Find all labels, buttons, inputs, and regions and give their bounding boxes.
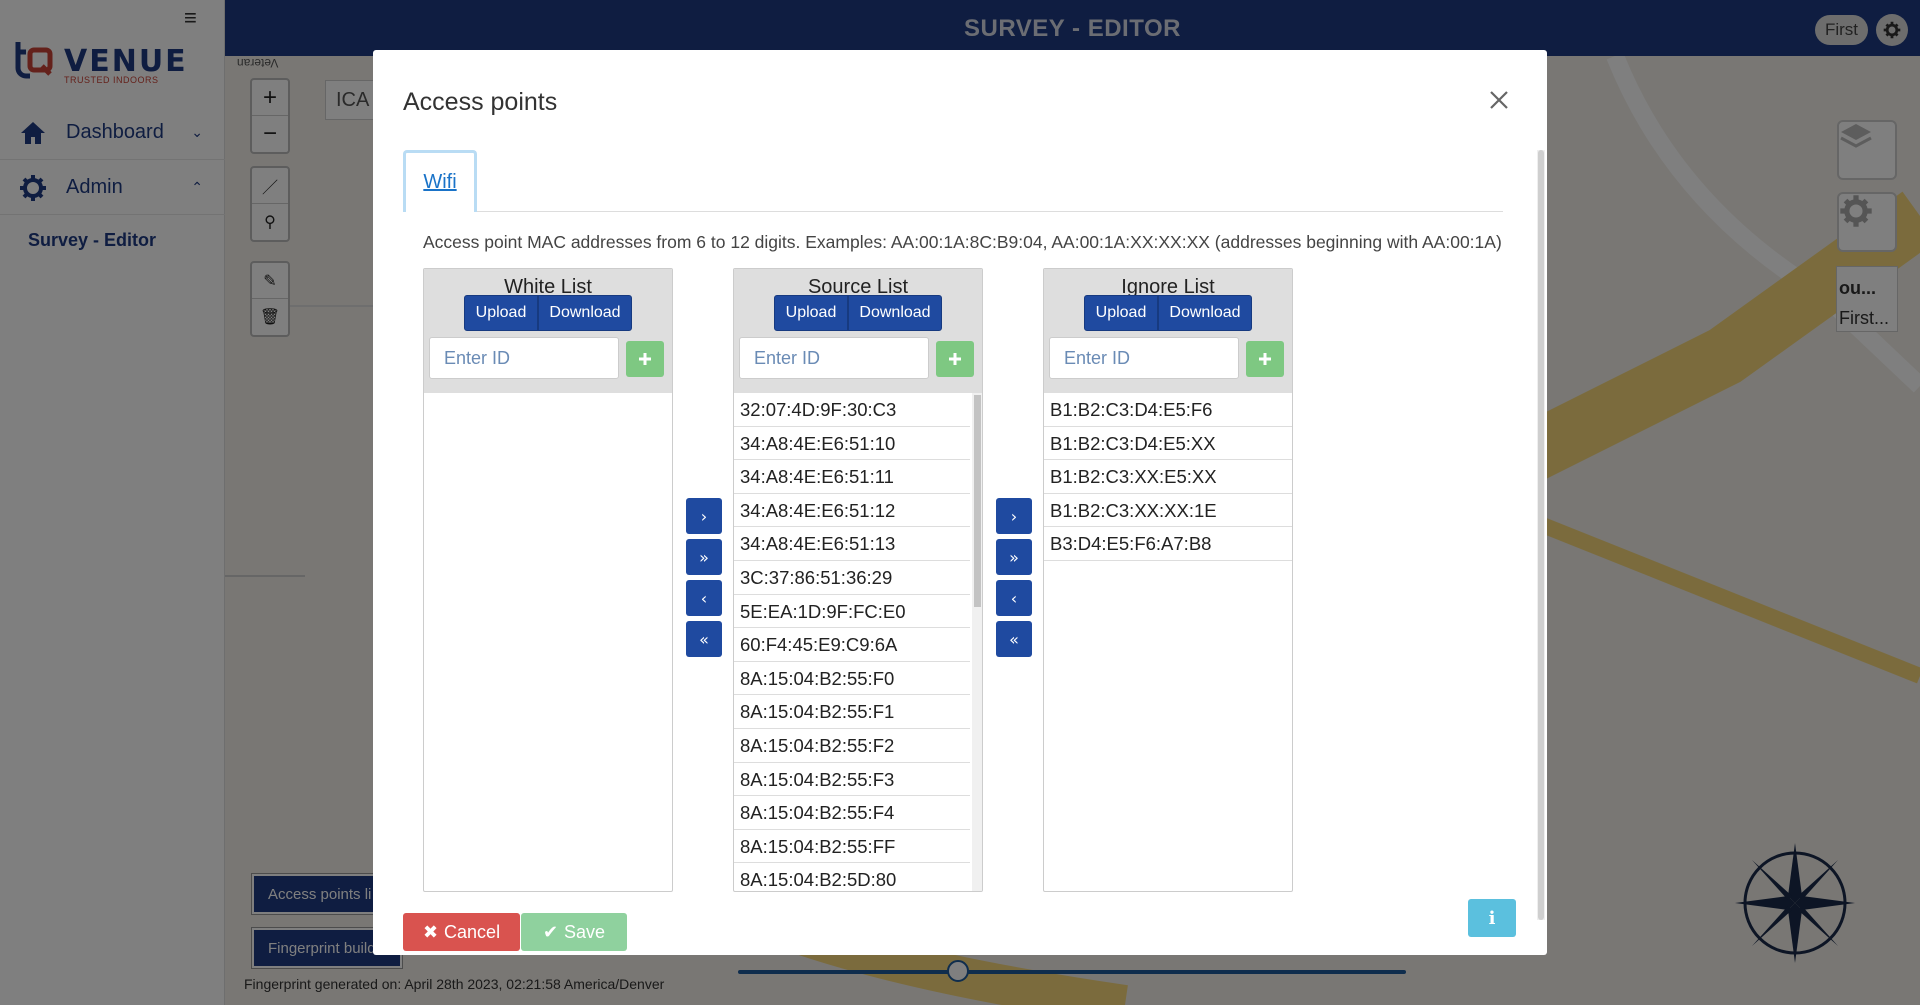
cancel-button[interactable]: ✖ Cancel bbox=[403, 913, 520, 951]
list-item[interactable]: 34:A8:4E:E6:51:11 bbox=[734, 460, 970, 494]
close-icon: ✖ bbox=[422, 921, 439, 942]
modal-title: Access points bbox=[403, 88, 558, 116]
tab-bar: Wifi bbox=[403, 150, 1503, 212]
list-item[interactable]: 34:A8:4E:E6:51:12 bbox=[734, 494, 970, 528]
source-list-scrollbar[interactable] bbox=[972, 393, 982, 891]
list-item[interactable]: 5E:EA:1D:9F:FC:E0 bbox=[734, 595, 970, 629]
list-item[interactable]: 8A:15:04:B2:55:F1 bbox=[734, 695, 970, 729]
ignore-list: B1:B2:C3:D4:E5:F6 B1:B2:C3:D4:E5:XX B1:B2:… bbox=[1044, 393, 1292, 891]
save-label: Save bbox=[564, 921, 606, 942]
source-list: 32:07:4D:9F:30:C3 34:A8:4E:E6:51:10 34:A8:… bbox=[734, 393, 970, 891]
list-item[interactable]: 8A:15:04:B2:55:F2 bbox=[734, 729, 970, 763]
cancel-label: Cancel bbox=[444, 921, 501, 942]
white-list-upload-button[interactable]: Upload bbox=[464, 295, 538, 331]
move-all-left-button[interactable]: « bbox=[686, 621, 722, 657]
ignore-list-panel: Ignore List Upload Download B1:B2:C3:D4:… bbox=[1043, 268, 1293, 892]
move-left-button[interactable]: ‹ bbox=[996, 580, 1032, 616]
list-item[interactable]: 3C:37:86:51:36:29 bbox=[734, 561, 970, 595]
list-item[interactable]: 8A:15:04:B2:55:F0 bbox=[734, 662, 970, 696]
source-ignore-move-controls: › » ‹ « bbox=[996, 498, 1032, 662]
white-list-id-input[interactable] bbox=[429, 337, 619, 379]
list-item[interactable]: B3:D4:E5:F6:A7:B8 bbox=[1044, 527, 1292, 561]
white-list bbox=[424, 393, 672, 891]
tab-label: Wifi bbox=[423, 171, 457, 193]
modal-scrollbar[interactable] bbox=[1537, 150, 1545, 920]
list-item[interactable]: B1:B2:C3:XX:E5:XX bbox=[1044, 460, 1292, 494]
list-item[interactable]: 8A:15:04:B2:5D:80 bbox=[734, 863, 970, 891]
list-item[interactable]: B1:B2:C3:D4:E5:F6 bbox=[1044, 393, 1292, 427]
plus-icon bbox=[1259, 353, 1271, 365]
list-item[interactable]: 32:07:4D:9F:30:C3 bbox=[734, 393, 970, 427]
move-right-button[interactable]: › bbox=[686, 498, 722, 534]
list-item[interactable]: B1:B2:C3:D4:E5:XX bbox=[1044, 427, 1292, 461]
source-list-upload-button[interactable]: Upload bbox=[774, 295, 848, 331]
move-all-right-button[interactable]: » bbox=[686, 539, 722, 575]
white-list-download-button[interactable]: Download bbox=[538, 295, 632, 331]
source-list-download-button[interactable]: Download bbox=[848, 295, 942, 331]
source-list-panel: Source List Upload Download 32:07:4D:9F:… bbox=[733, 268, 983, 892]
source-list-add-button[interactable] bbox=[936, 341, 974, 377]
ignore-list-id-input[interactable] bbox=[1049, 337, 1239, 379]
list-item[interactable]: 34:A8:4E:E6:51:10 bbox=[734, 427, 970, 461]
list-item[interactable]: 8A:15:04:B2:55:F3 bbox=[734, 763, 970, 797]
ignore-list-add-button[interactable] bbox=[1246, 341, 1284, 377]
info-button[interactable]: i bbox=[1468, 899, 1516, 937]
plus-icon bbox=[639, 353, 651, 365]
tab-wifi[interactable]: Wifi bbox=[403, 150, 477, 212]
move-right-button[interactable]: › bbox=[996, 498, 1032, 534]
ignore-list-download-button[interactable]: Download bbox=[1158, 295, 1252, 331]
list-item[interactable]: B1:B2:C3:XX:XX:1E bbox=[1044, 494, 1292, 528]
move-left-button[interactable]: ‹ bbox=[686, 580, 722, 616]
info-icon: i bbox=[1488, 907, 1496, 929]
white-list-add-button[interactable] bbox=[626, 341, 664, 377]
move-all-right-button[interactable]: » bbox=[996, 539, 1032, 575]
plus-icon bbox=[949, 353, 961, 365]
list-item[interactable]: 60:F4:45:E9:C9:6A bbox=[734, 628, 970, 662]
white-source-move-controls: › » ‹ « bbox=[686, 498, 722, 662]
white-list-panel: White List Upload Download bbox=[423, 268, 673, 892]
check-icon: ✔ bbox=[542, 921, 559, 942]
move-all-left-button[interactable]: « bbox=[996, 621, 1032, 657]
list-item[interactable]: 8A:15:04:B2:55:F4 bbox=[734, 796, 970, 830]
list-item[interactable]: 8A:15:04:B2:55:FF bbox=[734, 830, 970, 864]
source-list-id-input[interactable] bbox=[739, 337, 929, 379]
access-points-modal: Access points Wifi Access point MAC addr… bbox=[373, 50, 1547, 955]
close-icon[interactable] bbox=[1485, 86, 1513, 114]
ignore-list-upload-button[interactable]: Upload bbox=[1084, 295, 1158, 331]
mac-format-hint: Access point MAC addresses from 6 to 12 … bbox=[423, 232, 1502, 252]
list-item[interactable]: 34:A8:4E:E6:51:13 bbox=[734, 527, 970, 561]
save-button[interactable]: ✔ Save bbox=[521, 913, 627, 951]
